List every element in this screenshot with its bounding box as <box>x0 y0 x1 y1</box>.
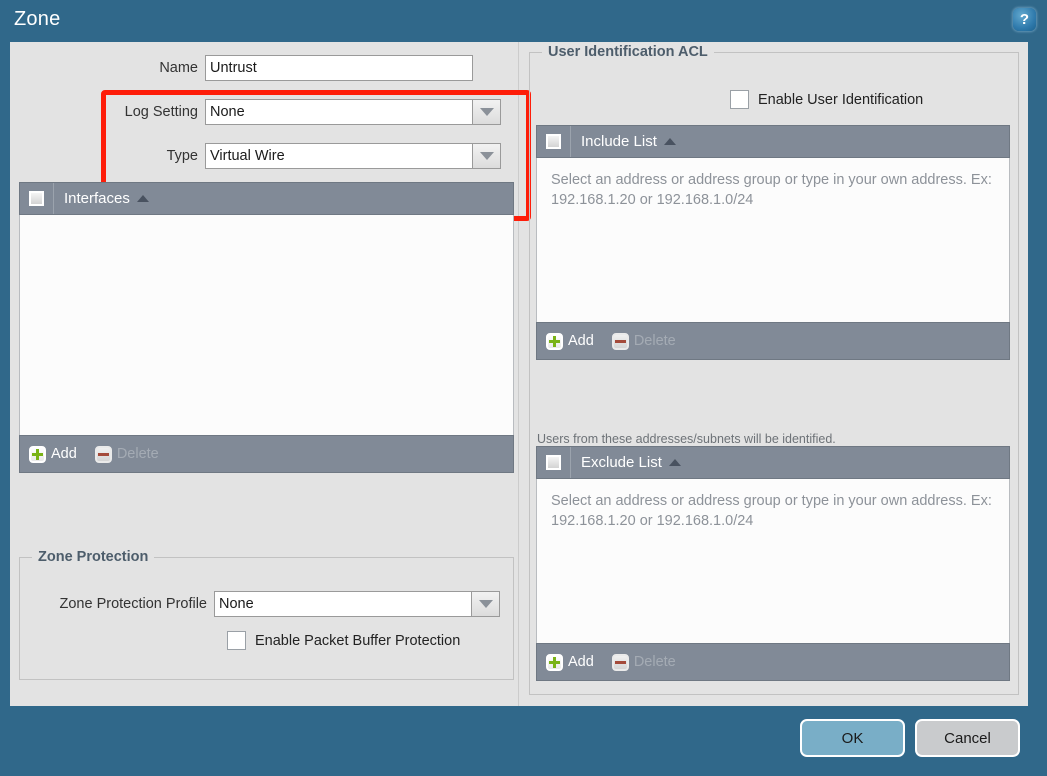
exclude-list-placeholder: Select an address or address group or ty… <box>551 493 992 529</box>
exclude-list-body[interactable]: Select an address or address group or ty… <box>536 479 1010 643</box>
zone-protection-profile-row: Zone Protection Profile <box>20 591 500 617</box>
zone-protection-legend: Zone Protection <box>32 549 155 565</box>
zone-protection-fieldset: Zone Protection Zone Protection Profile … <box>19 549 514 680</box>
log-setting-dropdown-button[interactable] <box>473 99 501 125</box>
interfaces-header[interactable]: Interfaces <box>19 182 514 215</box>
name-input[interactable] <box>205 55 473 81</box>
dialog-titlebar: Zone ? <box>0 0 1047 42</box>
minus-icon <box>94 445 112 463</box>
include-list-delete-button[interactable]: Delete <box>611 332 676 350</box>
log-setting-label: Log Setting <box>124 104 198 120</box>
type-combo[interactable] <box>205 143 501 169</box>
interfaces-add-label: Add <box>51 446 77 462</box>
minus-icon <box>611 332 629 350</box>
exclude-list-header-title-wrap[interactable]: Exclude List <box>571 454 681 471</box>
chevron-down-icon <box>479 108 494 116</box>
interfaces-select-all-cell[interactable] <box>20 183 54 214</box>
exclude-list-header-title: Exclude List <box>581 454 662 471</box>
include-list-delete-label: Delete <box>633 333 676 349</box>
enable-user-identification-checkbox[interactable] <box>730 90 749 109</box>
type-row: Type <box>10 143 510 169</box>
include-list-note: Users from these addresses/subnets will … <box>537 432 836 446</box>
zone-protection-profile-dropdown-button[interactable] <box>472 591 500 617</box>
type-label: Type <box>166 148 198 164</box>
include-list-add-label: Add <box>568 333 594 349</box>
exclude-list-select-all-checkbox[interactable] <box>546 455 561 470</box>
log-setting-input[interactable] <box>205 99 473 125</box>
exclude-list-panel: Exclude List Select an address or addres… <box>536 446 1010 681</box>
zone-protection-profile-input[interactable] <box>214 591 472 617</box>
log-setting-combo[interactable] <box>205 99 501 125</box>
dialog-body: Name Log Setting Type <box>10 42 1028 767</box>
exclude-list-delete-label: Delete <box>633 654 676 670</box>
plus-icon <box>29 445 46 463</box>
interfaces-header-title: Interfaces <box>64 190 130 207</box>
type-dropdown-button[interactable] <box>473 143 501 169</box>
cancel-button[interactable]: Cancel <box>915 719 1020 757</box>
packet-buffer-protection-row[interactable]: Enable Packet Buffer Protection <box>227 631 460 650</box>
chevron-down-icon <box>479 152 494 160</box>
include-list-body[interactable]: Select an address or address group or ty… <box>536 158 1010 322</box>
plus-icon <box>546 332 563 350</box>
interfaces-delete-label: Delete <box>116 446 159 462</box>
include-list-footer: Add Delete <box>536 322 1010 360</box>
include-list-placeholder: Select an address or address group or ty… <box>551 172 992 208</box>
interfaces-add-button[interactable]: Add <box>29 445 77 463</box>
include-list-select-all-cell[interactable] <box>537 126 571 157</box>
caret-up-icon <box>136 195 149 202</box>
enable-user-identification-row[interactable]: Enable User Identification <box>730 90 923 109</box>
include-list-header-title: Include List <box>581 133 657 150</box>
include-list-header-title-wrap[interactable]: Include List <box>571 133 676 150</box>
interfaces-delete-button[interactable]: Delete <box>94 445 159 463</box>
log-setting-row: Log Setting <box>10 99 510 125</box>
packet-buffer-protection-label: Enable Packet Buffer Protection <box>255 632 461 649</box>
caret-up-icon <box>663 138 676 145</box>
ok-button[interactable]: OK <box>800 719 905 757</box>
interfaces-select-all-checkbox[interactable] <box>29 191 44 206</box>
include-list-add-button[interactable]: Add <box>546 332 594 350</box>
name-label: Name <box>159 60 198 76</box>
zone-protection-profile-label: Zone Protection Profile <box>59 596 208 612</box>
chevron-down-icon <box>478 600 493 608</box>
interfaces-panel: Interfaces Add Delete <box>19 182 514 473</box>
column-divider <box>518 42 519 706</box>
help-circle-icon[interactable]: ? <box>1013 8 1036 31</box>
type-input[interactable] <box>205 143 473 169</box>
interfaces-list-body[interactable] <box>19 215 514 435</box>
dialog-title: Zone <box>14 8 61 30</box>
include-list-select-all-checkbox[interactable] <box>546 134 561 149</box>
exclude-list-delete-button[interactable]: Delete <box>611 653 676 671</box>
interfaces-footer: Add Delete <box>19 435 514 473</box>
packet-buffer-protection-checkbox[interactable] <box>227 631 246 650</box>
user-identification-acl-fieldset: User Identification ACL Enable User Iden… <box>529 44 1019 767</box>
exclude-list-select-all-cell[interactable] <box>537 447 571 478</box>
zone-dialog: Zone ? Name Log Setting Type <box>0 0 1047 776</box>
user-identification-acl-legend: User Identification ACL <box>542 44 714 60</box>
plus-icon <box>546 653 563 671</box>
minus-icon <box>611 653 629 671</box>
exclude-list-header[interactable]: Exclude List <box>536 446 1010 479</box>
caret-up-icon <box>668 459 681 466</box>
exclude-list-footer: Add Delete <box>536 643 1010 681</box>
exclude-list-add-button[interactable]: Add <box>546 653 594 671</box>
enable-user-identification-label: Enable User Identification <box>758 91 924 108</box>
interfaces-header-title-wrap[interactable]: Interfaces <box>54 190 149 207</box>
zone-protection-profile-combo[interactable] <box>214 591 500 617</box>
include-list-header[interactable]: Include List <box>536 125 1010 158</box>
exclude-list-add-label: Add <box>568 654 594 670</box>
name-row: Name <box>10 55 510 81</box>
include-list-panel: Include List Select an address or addres… <box>536 125 1010 360</box>
